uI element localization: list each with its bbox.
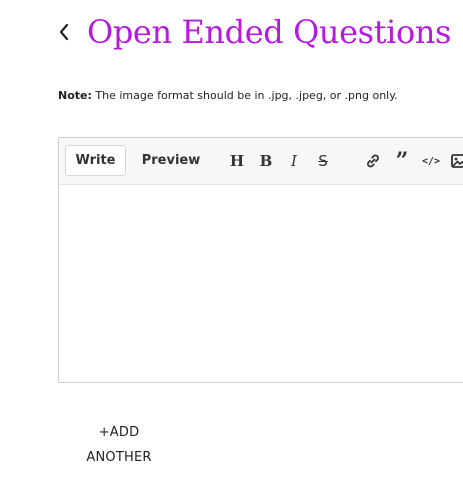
code-icon[interactable]: </>	[420, 150, 442, 172]
tab-preview[interactable]: Preview	[135, 145, 207, 176]
image-format-note: Note: The image format should be in .jpg…	[58, 89, 398, 102]
page-header: Open Ended Questions	[55, 8, 451, 56]
markdown-editor: Write Preview H B I S ” </>	[58, 137, 463, 383]
quote-icon[interactable]: ”	[391, 148, 413, 174]
page: Open Ended Questions Note: The image for…	[0, 0, 463, 504]
strikethrough-icon[interactable]: S	[312, 150, 334, 172]
answer-textarea[interactable]	[59, 185, 463, 382]
editor-toolbar: Write Preview H B I S ” </>	[59, 138, 463, 185]
add-another-label-line1: +ADD	[98, 425, 140, 440]
image-icon[interactable]	[448, 150, 463, 172]
add-another-label-line2: ANOTHER	[86, 450, 152, 465]
tab-write[interactable]: Write	[65, 145, 126, 176]
italic-icon[interactable]: I	[283, 150, 305, 172]
link-icon[interactable]	[362, 150, 384, 172]
page-title: Open Ended Questions	[87, 13, 452, 51]
add-another-button[interactable]: +ADD ANOTHER	[84, 420, 154, 470]
note-text: The image format should be in .jpg, .jpe…	[95, 89, 398, 102]
chevron-left-icon	[58, 23, 70, 41]
back-button[interactable]	[55, 20, 73, 44]
heading-icon[interactable]: H	[226, 150, 248, 172]
bold-icon[interactable]: B	[255, 150, 277, 172]
note-label: Note:	[58, 89, 92, 102]
